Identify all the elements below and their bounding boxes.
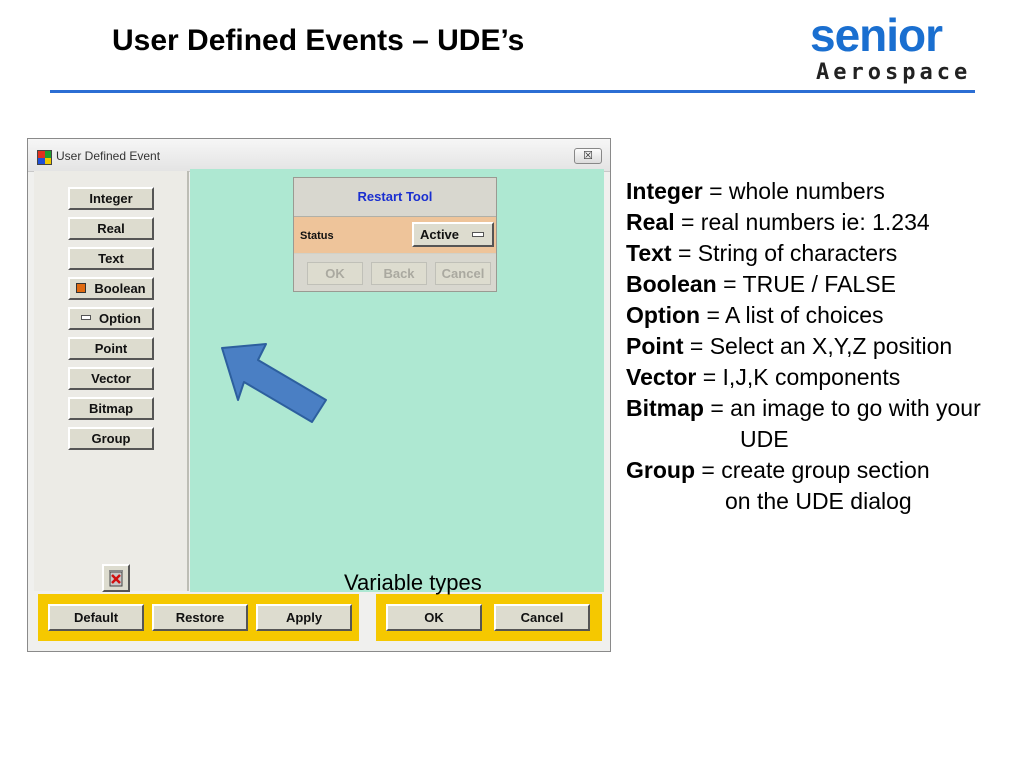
- legend-desc: = TRUE / FALSE: [716, 271, 896, 297]
- title-divider: [50, 90, 975, 93]
- legend-continuation: on the UDE dialog: [725, 488, 912, 514]
- logo-sub: Aerospace: [816, 60, 972, 85]
- group-button[interactable]: Group: [68, 427, 154, 450]
- button-label: Vector: [91, 371, 131, 386]
- legend-desc: = Select an X,Y,Z position: [683, 333, 953, 359]
- logo-word: senior: [810, 9, 943, 61]
- legend-item: Point = Select an X,Y,Z position: [626, 331, 981, 362]
- legend-item: Group = create group section: [626, 455, 981, 486]
- status-label: Status: [300, 230, 334, 242]
- button-label: Option: [99, 311, 141, 326]
- legend-term: Text: [626, 240, 672, 266]
- integer-button[interactable]: Integer: [68, 187, 154, 210]
- legend-item: Integer = whole numbers: [626, 176, 981, 207]
- legend-continuation: UDE: [740, 426, 789, 452]
- legend-desc: = String of characters: [671, 240, 898, 266]
- legend-item: Boolean = TRUE / FALSE: [626, 269, 981, 300]
- status-option-menu[interactable]: Active: [412, 222, 494, 247]
- status-row: Status Active: [294, 217, 496, 253]
- legend-item: Bitmap = an image to go with your: [626, 393, 981, 424]
- preview-ok-button: OK: [307, 262, 363, 285]
- preview-dialog-buttons: OK Back Cancel: [294, 254, 496, 291]
- variable-type-panel: Integer Real Text Boolean Option Point V…: [34, 171, 189, 592]
- button-label: Boolean: [94, 281, 146, 296]
- legend-desc: = whole numbers: [702, 178, 885, 204]
- legend-desc: = I,J,K components: [696, 364, 901, 390]
- point-button[interactable]: Point: [68, 337, 154, 360]
- bottom-button-bar-right: OK Cancel: [376, 594, 602, 641]
- preview-dialog-title: Restart Tool: [294, 178, 496, 217]
- button-label: Point: [94, 341, 128, 356]
- legend-term: Bitmap: [626, 395, 704, 421]
- restore-button[interactable]: Restore: [152, 604, 248, 631]
- button-label: Group: [91, 431, 131, 446]
- legend-term: Vector: [626, 364, 697, 390]
- legend-desc: = A list of choices: [700, 302, 884, 328]
- default-button[interactable]: Default: [48, 604, 144, 631]
- window-title: User Defined Event: [56, 149, 161, 163]
- legend-item: Real = real numbers ie: 1.234: [626, 207, 981, 238]
- window-titlebar[interactable]: User Defined Event ☒: [28, 139, 610, 172]
- preview-back-button: Back: [371, 262, 427, 285]
- bitmap-button[interactable]: Bitmap: [68, 397, 154, 420]
- legend-term: Option: [626, 302, 701, 328]
- slide-title: User Defined Events – UDE’s: [112, 24, 525, 57]
- cancel-button[interactable]: Cancel: [494, 604, 590, 631]
- legend-term: Boolean: [626, 271, 717, 297]
- option-menu-icon: [81, 315, 92, 320]
- apply-button[interactable]: Apply: [256, 604, 352, 631]
- trash-delete-icon[interactable]: [102, 564, 130, 592]
- senior-aerospace-logo: senior Aerospace: [808, 9, 994, 88]
- option-button[interactable]: Option: [68, 307, 154, 330]
- button-label: Bitmap: [88, 401, 134, 416]
- button-label: Text: [98, 251, 124, 266]
- variable-type-legend: Integer = whole numbers Real = real numb…: [626, 176, 981, 517]
- vector-button[interactable]: Vector: [68, 367, 154, 390]
- legend-item: Option = A list of choices: [626, 300, 981, 331]
- legend-term: Point: [626, 333, 684, 359]
- status-value: Active: [420, 227, 460, 242]
- caption: Variable types: [344, 570, 482, 595]
- preview-cancel-button: Cancel: [435, 262, 491, 285]
- text-button[interactable]: Text: [68, 247, 154, 270]
- legend-term: Group: [626, 457, 695, 483]
- legend-desc: = create group section: [695, 457, 930, 483]
- legend-desc: = an image to go with your: [703, 395, 981, 421]
- boolean-button[interactable]: Boolean: [68, 277, 154, 300]
- legend-term: Real: [626, 209, 675, 235]
- colored-grid-icon: [37, 150, 52, 165]
- bottom-button-bar-left: Default Restore Apply: [38, 594, 359, 641]
- legend-item: Vector = I,J,K components: [626, 362, 981, 393]
- legend-item: Text = String of characters: [626, 238, 981, 269]
- preview-dialog: Restart Tool Status Active OK Back Cance…: [293, 177, 497, 292]
- button-label: Integer: [89, 191, 133, 206]
- legend-desc: = real numbers ie: 1.234: [674, 209, 930, 235]
- real-button[interactable]: Real: [68, 217, 154, 240]
- close-icon[interactable]: ☒: [574, 148, 602, 164]
- checkbox-icon: [76, 283, 87, 293]
- option-menu-icon: [472, 232, 484, 237]
- legend-term: Integer: [626, 178, 703, 204]
- ok-button[interactable]: OK: [386, 604, 482, 631]
- button-label: Real: [97, 221, 125, 236]
- pointer-arrow-icon: [221, 343, 327, 423]
